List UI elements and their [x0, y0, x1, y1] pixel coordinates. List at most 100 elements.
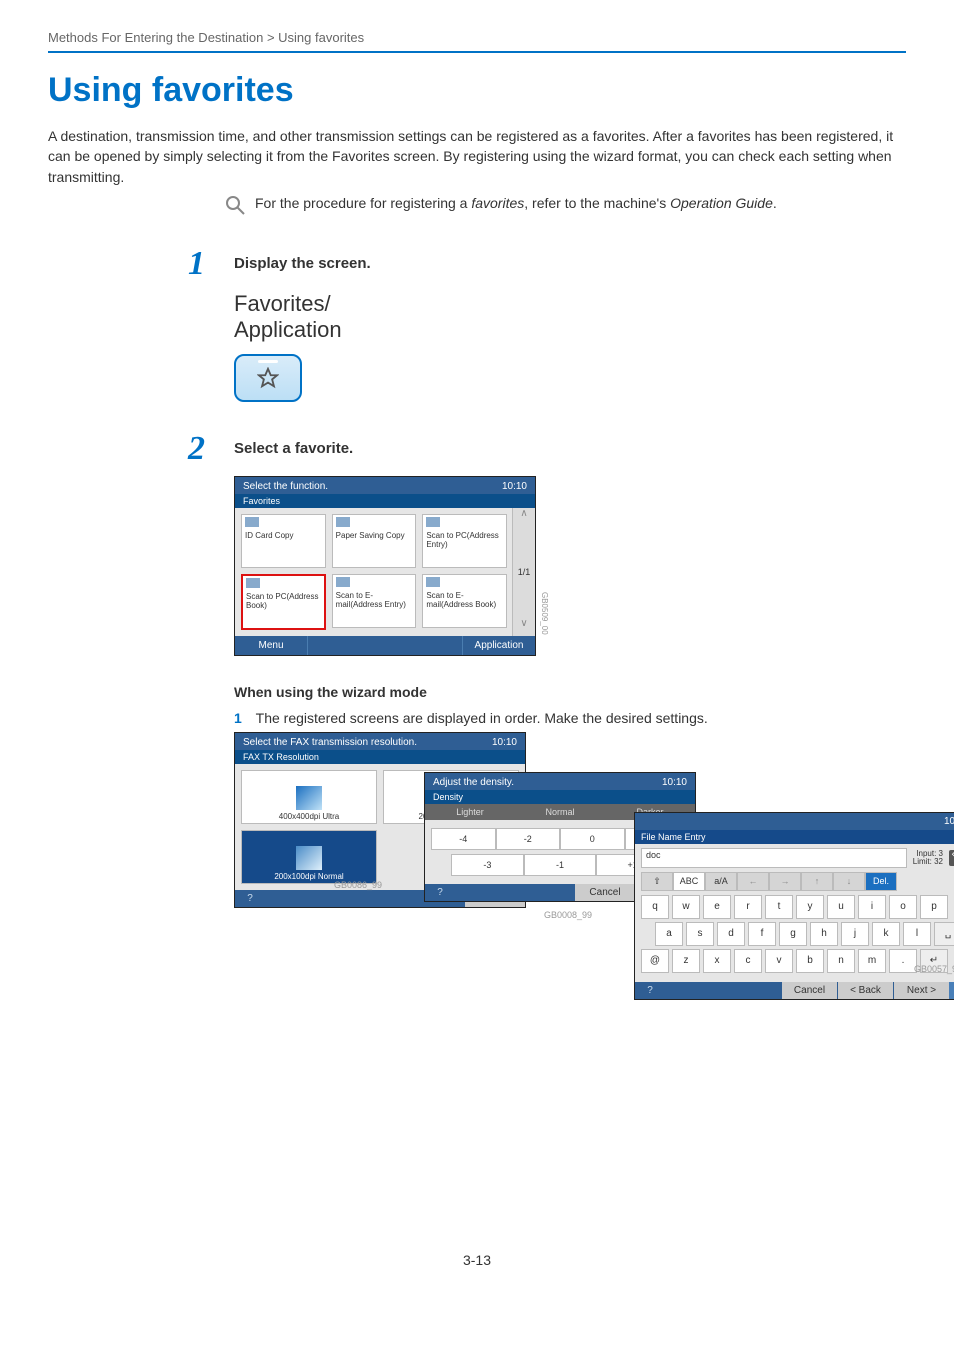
key[interactable]: t [765, 895, 793, 919]
key[interactable]: p [920, 895, 948, 919]
key[interactable]: a [655, 922, 683, 946]
keyboard-screen: 10:10 File Name Entry doc Input: 3Limit:… [634, 812, 954, 1000]
key[interactable]: m [858, 949, 886, 973]
star-icon [257, 367, 279, 389]
step-title-2: Select a favorite. [234, 432, 353, 457]
density-step[interactable]: -2 [496, 828, 561, 850]
favorites-screen-title: Select the function. [243, 481, 328, 492]
density-screen-time: 10:10 [662, 777, 687, 788]
key[interactable]: y [796, 895, 824, 919]
arrow-up-icon[interactable]: ↑ [801, 872, 833, 891]
menu-button[interactable]: Menu [235, 636, 308, 655]
key[interactable]: r [734, 895, 762, 919]
favorites-screen: Select the function. 10:10 Favorites ID … [234, 476, 536, 656]
density-lighter-label: Lighter [425, 804, 515, 820]
favorite-tile[interactable]: Scan to E-mail(Address Entry) [332, 574, 417, 628]
arrow-left-icon[interactable]: ← [737, 872, 769, 891]
key[interactable]: v [765, 949, 793, 973]
favorites-screen-subtitle: Favorites [235, 494, 535, 508]
back-button[interactable]: < Back [838, 982, 893, 999]
density-step[interactable]: -1 [524, 854, 597, 876]
resolution-option[interactable]: 400x400dpi Ultra [241, 770, 377, 824]
density-screen-subtitle: Density [425, 790, 695, 804]
resolution-option-selected[interactable]: 200x100dpi Normal [241, 830, 377, 884]
mode-case[interactable]: a/A [705, 872, 737, 891]
key[interactable]: k [872, 922, 900, 946]
step-number-1: 1 [188, 247, 234, 281]
wizard-mode-heading: When using the wizard mode [234, 684, 906, 700]
favorite-tile[interactable]: ID Card Copy [241, 514, 326, 568]
key[interactable]: i [858, 895, 886, 919]
help-icon[interactable]: ? [425, 884, 455, 901]
space-key[interactable]: ␣ [934, 922, 954, 946]
cancel-button[interactable]: Cancel [575, 884, 635, 901]
note-text: For the procedure for registering a favo… [255, 195, 777, 211]
next-button[interactable]: Next > [894, 982, 949, 999]
keyboard-screen-time: 10:10 [944, 816, 954, 827]
header-rule [48, 51, 906, 53]
magnifier-icon [223, 193, 247, 217]
key[interactable]: z [672, 949, 700, 973]
breadcrumb: Methods For Entering the Destination > U… [48, 30, 906, 45]
delete-key[interactable]: Del. [865, 872, 897, 891]
key[interactable]: n [827, 949, 855, 973]
density-screen-title: Adjust the density. [433, 777, 514, 788]
key[interactable]: s [686, 922, 714, 946]
help-icon[interactable]: ? [235, 890, 265, 907]
page-indicator: 1/1 [513, 526, 535, 618]
page-title: Using favorites [48, 71, 906, 110]
mode-abc[interactable]: ABC [673, 872, 705, 891]
key[interactable]: h [810, 922, 838, 946]
wizard-step-1: 1 The registered screens are displayed i… [234, 710, 906, 726]
key[interactable]: o [889, 895, 917, 919]
key[interactable]: w [672, 895, 700, 919]
resolution-screen-subtitle: FAX TX Resolution [235, 750, 525, 764]
scroll-up-icon[interactable]: ∧ [513, 508, 535, 526]
application-button[interactable]: Application [462, 636, 535, 655]
key[interactable]: f [748, 922, 776, 946]
filename-input[interactable]: doc [641, 848, 907, 868]
favorite-tile[interactable]: Scan to PC(Address Entry) [422, 514, 507, 568]
density-normal-label: Normal [515, 804, 605, 820]
key[interactable]: e [703, 895, 731, 919]
key[interactable]: g [779, 922, 807, 946]
favorite-tile[interactable]: Scan to E-mail(Address Book) [422, 574, 507, 628]
scroll-down-icon[interactable]: ∨ [513, 618, 535, 636]
key[interactable]: @ [641, 949, 669, 973]
step-number-2: 2 [188, 432, 234, 466]
key[interactable]: q [641, 895, 669, 919]
key[interactable]: d [717, 922, 745, 946]
cancel-button[interactable]: Cancel [782, 982, 837, 999]
help-icon[interactable]: ? [635, 982, 665, 999]
favorite-tile-selected[interactable]: Scan to PC(Address Book) [241, 574, 326, 630]
favorite-tile[interactable]: Paper Saving Copy [332, 514, 417, 568]
mode-key[interactable]: ⇧ [641, 872, 673, 891]
keyboard-screen-subtitle: File Name Entry [635, 830, 954, 844]
favorites-screen-time: 10:10 [502, 481, 527, 492]
enter-icon[interactable]: ↵ [949, 982, 954, 999]
screen-ref-code: GB0057_99 [914, 964, 954, 974]
input-meta: Input: 3Limit: 32 [913, 850, 943, 866]
density-step[interactable]: 0 [560, 828, 625, 850]
key[interactable]: x [703, 949, 731, 973]
arrow-down-icon[interactable]: ↓ [833, 872, 865, 891]
screen-ref-code: GB0008_99 [544, 910, 592, 920]
resolution-screen-title: Select the FAX transmission resolution. [243, 737, 417, 748]
backspace-icon[interactable]: ⌫ [949, 850, 954, 866]
step-title-1: Display the screen. [234, 247, 371, 272]
key[interactable]: u [827, 895, 855, 919]
density-step[interactable]: -4 [431, 828, 496, 850]
intro-paragraph: A destination, transmission time, and ot… [48, 126, 906, 187]
screen-ref-code: GB0509_00 [540, 592, 549, 635]
resolution-screen-time: 10:10 [492, 737, 517, 748]
screen-ref-code: GB0086_99 [334, 880, 382, 890]
favorites-button[interactable] [234, 354, 302, 402]
key[interactable]: b [796, 949, 824, 973]
arrow-right-icon[interactable]: → [769, 872, 801, 891]
density-step[interactable]: -3 [451, 854, 524, 876]
key[interactable]: j [841, 922, 869, 946]
key[interactable]: l [903, 922, 931, 946]
key[interactable]: . [889, 949, 917, 973]
key[interactable]: c [734, 949, 762, 973]
favorites-app-label: Favorites/ Application [234, 291, 906, 344]
